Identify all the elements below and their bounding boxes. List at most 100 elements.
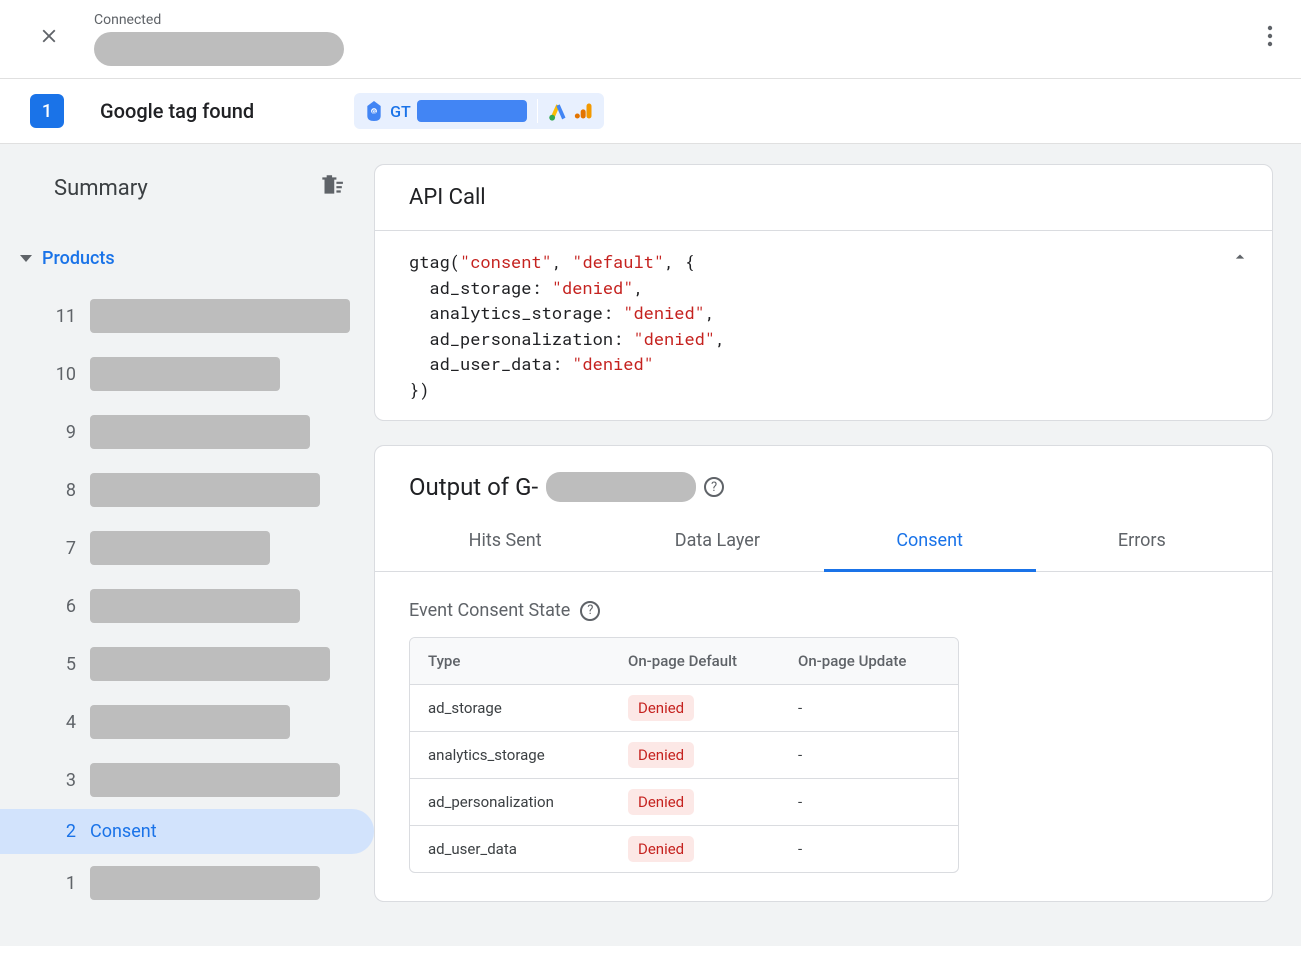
- event-list: 11 10 9 8 7 6 5 4 3 2 Consent 1: [0, 287, 374, 912]
- google-ads-icon: [548, 101, 568, 121]
- event-consent-title: Event Consent State: [409, 600, 570, 621]
- chevron-down-icon: [20, 255, 32, 262]
- subheader-title: Google tag found: [100, 99, 254, 123]
- help-icon[interactable]: ?: [580, 601, 600, 621]
- tab-hits-sent[interactable]: Hits Sent: [399, 512, 611, 571]
- status-badge: Denied: [628, 742, 694, 768]
- status-badge: Denied: [628, 789, 694, 815]
- output-measurement-id-redacted: [546, 472, 696, 502]
- sidebar-item-redacted: [90, 299, 350, 333]
- col-header-default: On-page Default: [610, 638, 780, 684]
- api-call-code: gtag("consent", "default", { ad_storage:…: [375, 231, 1272, 420]
- tag-label-prefix: GT: [390, 102, 411, 121]
- sidebar-item-number: 11: [54, 306, 76, 327]
- connection-status: Connected: [94, 12, 344, 28]
- sidebar-item-redacted: [90, 473, 320, 507]
- sidebar-item[interactable]: 11: [0, 287, 374, 345]
- domain-redacted: [94, 32, 344, 66]
- clear-icon[interactable]: [318, 172, 344, 204]
- cell-update: -: [780, 732, 958, 778]
- google-analytics-icon: [574, 101, 594, 121]
- cell-default: Denied: [610, 826, 780, 872]
- products-section-header[interactable]: Products: [0, 242, 374, 275]
- cell-type: ad_storage: [410, 685, 610, 731]
- cell-default: Denied: [610, 732, 780, 778]
- cell-type: ad_user_data: [410, 826, 610, 872]
- sidebar-item-redacted: [90, 589, 300, 623]
- sidebar-item-redacted: [90, 763, 340, 797]
- sidebar-item-number: 4: [54, 712, 76, 733]
- sidebar-item[interactable]: 8: [0, 461, 374, 519]
- cell-update: -: [780, 685, 958, 731]
- summary-label: Summary: [54, 176, 148, 201]
- sidebar-item[interactable]: 4: [0, 693, 374, 751]
- sidebar-item-redacted: [90, 415, 310, 449]
- sidebar-item[interactable]: 5: [0, 635, 374, 693]
- sidebar-item[interactable]: 2 Consent: [0, 809, 374, 854]
- more-options-icon[interactable]: [1259, 17, 1281, 61]
- sidebar-item-number: 2: [54, 821, 76, 842]
- status-badge: Denied: [628, 836, 694, 862]
- tab-data-layer[interactable]: Data Layer: [611, 512, 823, 571]
- collapse-chevron-icon[interactable]: [1230, 245, 1250, 275]
- help-icon[interactable]: ?: [704, 477, 724, 497]
- api-call-card: API Call gtag("consent", "default", { ad…: [374, 164, 1273, 421]
- sidebar-item[interactable]: 6: [0, 577, 374, 635]
- chip-divider: [537, 99, 538, 123]
- google-tag-icon: G: [364, 99, 384, 123]
- sidebar-item-redacted: [90, 531, 270, 565]
- sidebar-item[interactable]: 3: [0, 751, 374, 809]
- table-row: ad_user_data Denied -: [410, 825, 958, 872]
- output-card: Output of G- ? Hits SentData LayerConsen…: [374, 445, 1273, 902]
- consent-table: Type On-page Default On-page Update ad_s…: [409, 637, 959, 873]
- col-header-update: On-page Update: [780, 638, 958, 684]
- sidebar-item-number: 7: [54, 538, 76, 559]
- sidebar-item[interactable]: 1: [0, 854, 374, 912]
- tag-id-redacted: [417, 100, 527, 122]
- col-header-type: Type: [410, 638, 610, 684]
- tab-consent[interactable]: Consent: [824, 512, 1036, 572]
- svg-text:G: G: [372, 110, 376, 116]
- sidebar-item-redacted: [90, 357, 280, 391]
- tag-count-badge: 1: [30, 94, 64, 128]
- sidebar: Summary Products 11 10 9 8 7 6 5 4 3 2 Consent 1: [0, 144, 374, 946]
- output-header: Output of G- ?: [375, 446, 1272, 512]
- sidebar-item[interactable]: 10: [0, 345, 374, 403]
- summary-row[interactable]: Summary: [0, 164, 374, 212]
- close-icon[interactable]: [32, 19, 66, 59]
- cell-type: analytics_storage: [410, 732, 610, 778]
- cell-default: Denied: [610, 779, 780, 825]
- status-badge: Denied: [628, 695, 694, 721]
- api-call-title: API Call: [375, 165, 1272, 231]
- output-title-prefix: Output of G-: [409, 473, 538, 501]
- sidebar-item-number: 10: [54, 364, 76, 385]
- header-bar: Connected: [0, 0, 1301, 79]
- main-panel: API Call gtag("consent", "default", { ad…: [374, 144, 1301, 946]
- table-row: analytics_storage Denied -: [410, 731, 958, 778]
- tag-chip[interactable]: G GT: [354, 93, 604, 129]
- tab-errors[interactable]: Errors: [1036, 512, 1248, 571]
- sidebar-item-redacted: [90, 647, 330, 681]
- sidebar-item-label: Consent: [90, 821, 157, 842]
- sidebar-item-number: 9: [54, 422, 76, 443]
- cell-update: -: [780, 779, 958, 825]
- sidebar-item-number: 8: [54, 480, 76, 501]
- sidebar-item-redacted: [90, 866, 320, 900]
- output-tabs: Hits SentData LayerConsentErrors: [375, 512, 1272, 572]
- sidebar-item[interactable]: 9: [0, 403, 374, 461]
- sidebar-item-number: 3: [54, 770, 76, 791]
- products-label: Products: [42, 248, 115, 269]
- sidebar-item-number: 5: [54, 654, 76, 675]
- cell-update: -: [780, 826, 958, 872]
- event-consent-section: Event Consent State ?: [375, 572, 1272, 637]
- cell-type: ad_personalization: [410, 779, 610, 825]
- sidebar-item-redacted: [90, 705, 290, 739]
- table-row: ad_storage Denied -: [410, 684, 958, 731]
- subheader-bar: 1 Google tag found G GT: [0, 79, 1301, 144]
- sidebar-item[interactable]: 7: [0, 519, 374, 577]
- table-row: ad_personalization Denied -: [410, 778, 958, 825]
- sidebar-item-number: 6: [54, 596, 76, 617]
- sidebar-item-number: 1: [54, 873, 76, 894]
- table-header-row: Type On-page Default On-page Update: [410, 638, 958, 684]
- cell-default: Denied: [610, 685, 780, 731]
